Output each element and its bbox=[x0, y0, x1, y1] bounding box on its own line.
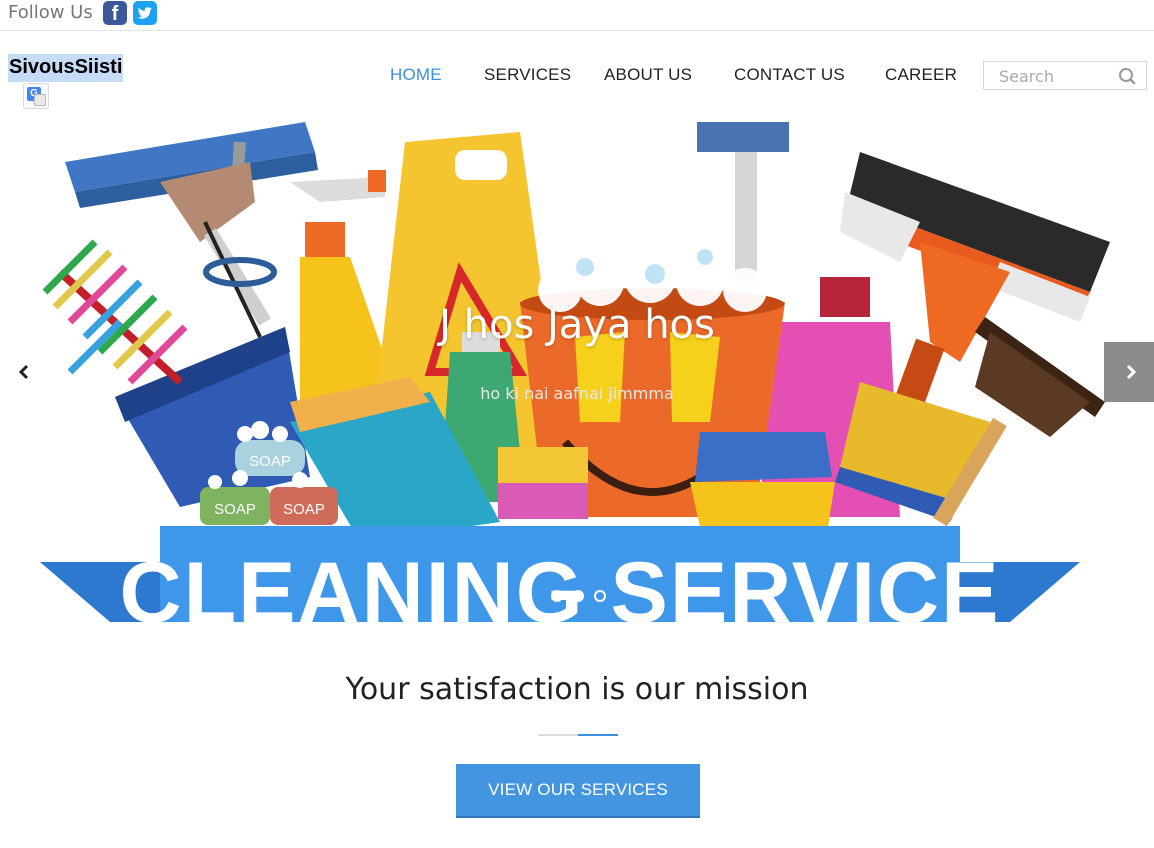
heading-divider-blue bbox=[578, 734, 618, 736]
top-social-bar: Follow Us f bbox=[0, 0, 1154, 31]
search-input[interactable]: Search bbox=[983, 61, 1108, 90]
search-button[interactable] bbox=[1107, 61, 1147, 90]
heading-divider-grey bbox=[538, 734, 578, 736]
google-translate-icon[interactable]: G bbox=[23, 83, 49, 109]
hero-slider: SOAP SOAP SOAP CLEANING SERVICE J hos Ja… bbox=[0, 122, 1154, 622]
nav-home[interactable]: HOME bbox=[390, 65, 442, 85]
site-brand[interactable]: SivousSiisti bbox=[8, 54, 124, 82]
mission-heading: Your satisfaction is our mission bbox=[345, 672, 809, 707]
nav-services[interactable]: SERVICES bbox=[484, 65, 571, 85]
slide-subtitle: ho ki nai aafnai jimmma bbox=[480, 384, 674, 403]
chevron-left-icon bbox=[18, 364, 29, 380]
nav-career[interactable]: CAREER bbox=[885, 65, 957, 85]
banner-text: CLEANING SERVICE bbox=[120, 545, 1001, 622]
slider-dot-1[interactable] bbox=[551, 590, 563, 602]
slider-next-button[interactable] bbox=[1104, 342, 1154, 402]
translate-text-glyph bbox=[34, 94, 46, 106]
facebook-icon[interactable]: f bbox=[103, 1, 127, 25]
view-services-button[interactable]: VIEW OUR SERVICES bbox=[456, 764, 700, 818]
soap-label-1: SOAP bbox=[249, 453, 291, 470]
nav-about-us[interactable]: ABOUT US bbox=[604, 65, 692, 85]
twitter-icon[interactable] bbox=[133, 1, 157, 25]
chevron-right-icon bbox=[1126, 364, 1137, 380]
nav-contact-us[interactable]: CONTACT US bbox=[734, 65, 845, 85]
soap-label-3: SOAP bbox=[283, 501, 325, 518]
hero-illustration: SOAP SOAP SOAP CLEANING SERVICE bbox=[40, 122, 1110, 622]
slider-dot-3[interactable] bbox=[594, 590, 606, 602]
slide-title: J hos Jaya hos bbox=[439, 302, 715, 348]
slider-dot-2[interactable] bbox=[572, 590, 584, 602]
soap-label-2: SOAP bbox=[214, 501, 256, 518]
magnifier-icon bbox=[1119, 68, 1136, 85]
follow-us-label: Follow Us bbox=[8, 2, 93, 23]
slider-prev-button[interactable] bbox=[8, 342, 38, 402]
